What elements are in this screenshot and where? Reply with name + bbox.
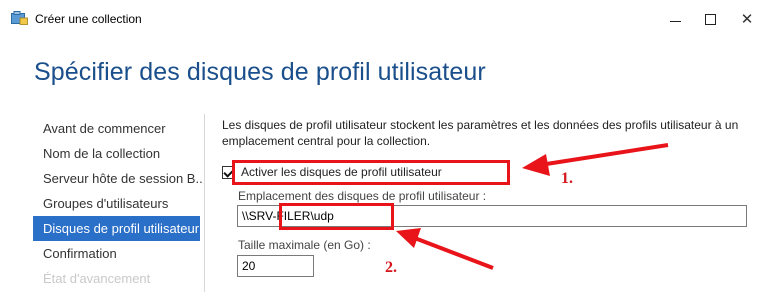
nav-item-user-groups[interactable]: Groupes d'utilisateurs xyxy=(33,191,203,216)
annotation-arrow-1 xyxy=(522,143,669,176)
nav-item-before-you-begin[interactable]: Avant de commencer xyxy=(33,116,203,141)
maximize-button[interactable] xyxy=(690,4,730,34)
nav-item-session-host[interactable]: Serveur hôte de session B... xyxy=(33,166,203,191)
nav-item-confirmation[interactable]: Confirmation xyxy=(33,241,203,266)
max-size-input[interactable] xyxy=(237,255,314,277)
server-collection-icon xyxy=(11,11,28,25)
nav-item-label: État d'avancement xyxy=(43,271,151,286)
wizard-nav: Avant de commencer Nom de la collection … xyxy=(33,116,203,291)
annotation-box-location xyxy=(279,203,394,230)
nav-item-progress: État d'avancement xyxy=(33,266,203,291)
nav-item-label: Disques de profil utilisateur xyxy=(43,221,200,236)
nav-item-label: Avant de commencer xyxy=(43,121,166,136)
close-button[interactable]: ✕ xyxy=(727,4,767,34)
minimize-icon xyxy=(669,20,681,22)
annotation-label-1: 1. xyxy=(561,170,573,187)
nav-item-label: Serveur hôte de session B... xyxy=(43,171,203,186)
nav-item-label: Groupes d'utilisateurs xyxy=(43,196,169,211)
nav-item-collection-name[interactable]: Nom de la collection xyxy=(33,141,203,166)
nav-item-label: Confirmation xyxy=(43,246,117,261)
window-title: Créer une collection xyxy=(35,12,142,26)
annotation-label-2: 2. xyxy=(385,259,397,276)
nav-item-user-profile-disks[interactable]: Disques de profil utilisateur xyxy=(33,216,200,241)
annotation-arrow-2 xyxy=(396,228,494,270)
title-bar: Créer une collection ✕ xyxy=(0,0,767,38)
description-text: Les disques de profil utilisateur stocke… xyxy=(222,118,739,148)
minimize-button[interactable] xyxy=(655,4,695,34)
nav-item-label: Nom de la collection xyxy=(43,146,161,161)
annotation-box-checkbox xyxy=(232,160,510,185)
location-label: Emplacement des disques de profil utilis… xyxy=(238,189,487,203)
maximize-icon xyxy=(704,13,716,25)
max-size-label: Taille maximale (en Go) : xyxy=(238,238,371,252)
page-title: Spécifier des disques de profil utilisat… xyxy=(34,58,486,86)
nav-divider xyxy=(204,114,205,292)
close-icon: ✕ xyxy=(740,11,754,28)
